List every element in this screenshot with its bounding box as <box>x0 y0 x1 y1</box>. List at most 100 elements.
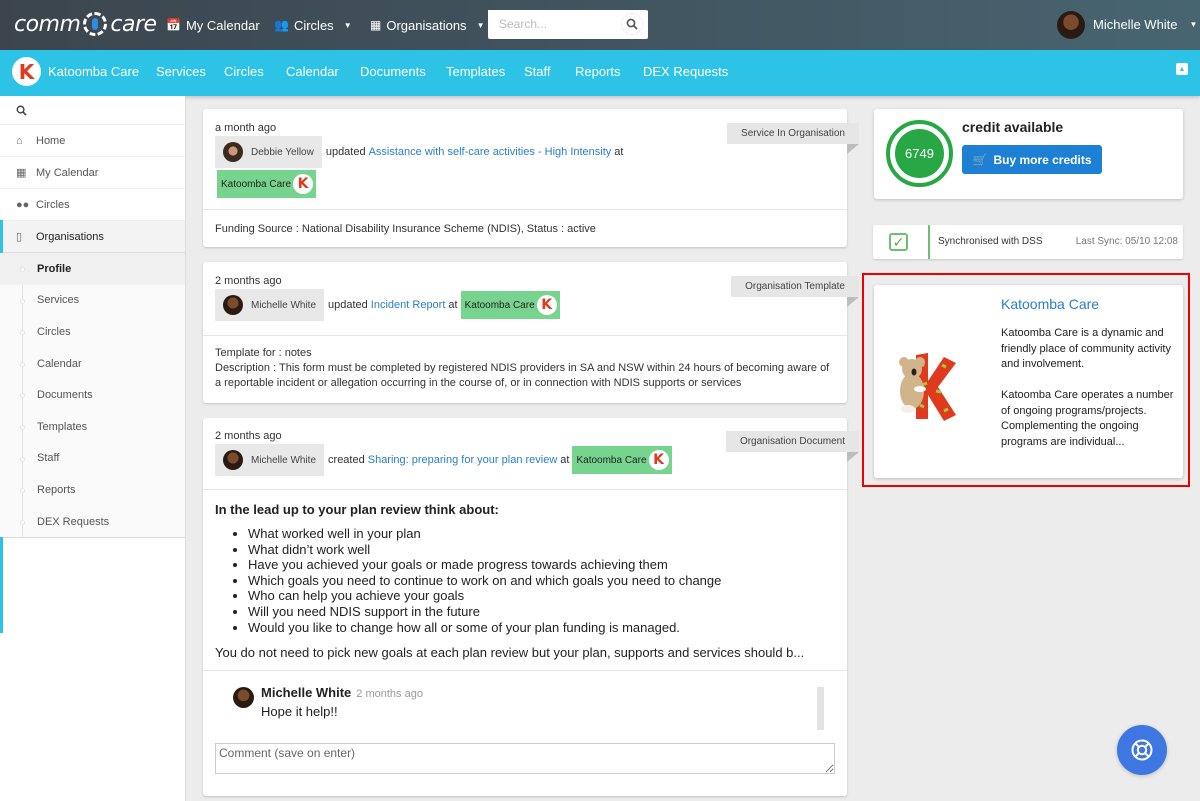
org-nav-services[interactable]: Services <box>156 64 206 79</box>
activity-card: 2 months ago Michelle White updated Inci… <box>203 262 859 403</box>
avatar <box>223 295 243 315</box>
sidebar-subitem-staff[interactable]: Staff <box>0 443 185 475</box>
org-chip[interactable]: Katoomba Care K <box>460 291 560 319</box>
activity-type-badge: Organisation Template <box>731 276 859 307</box>
bullet-item: Have you achieved your goals or made pro… <box>248 557 835 573</box>
comment-author: Michelle White <box>261 685 352 701</box>
sidebar-subitem-documents[interactable]: Documents <box>0 379 185 411</box>
org-chip-label: Katoomba Care <box>221 178 292 190</box>
sidebar-divider <box>0 537 185 539</box>
bullet-dot <box>20 361 25 367</box>
sidebar-submenu: Profile Services Circles Calendar Docume… <box>0 253 185 538</box>
bullet-dot <box>20 519 25 525</box>
search-icon <box>16 105 27 116</box>
org-nav-calendar[interactable]: Calendar <box>286 64 339 79</box>
org-chip[interactable]: Katoomba Care K <box>217 170 317 198</box>
users-icon: 👥 <box>274 18 289 32</box>
org-card-name[interactable]: Katoomba Care <box>1001 296 1099 312</box>
org-chip[interactable]: Katoomba Care K <box>572 446 672 474</box>
sidebar-subitem-dex-requests[interactable]: DEX Requests <box>0 506 185 538</box>
activity-body: Template for : notes Description : This … <box>203 336 847 403</box>
nav-my-calendar[interactable]: 📅 My Calendar <box>166 14 260 36</box>
bullet-dot <box>20 267 25 272</box>
sidebar-item-label: Circles <box>36 198 70 211</box>
person-chip[interactable]: Debbie Yellow <box>215 136 322 168</box>
sidebar-subitem-services[interactable]: Services <box>0 285 185 317</box>
nav-organisations[interactable]: ▦ Organisations ▼ <box>370 14 484 36</box>
cart-icon: 🛒 <box>972 152 988 167</box>
comment-input[interactable] <box>215 743 835 775</box>
user-menu[interactable]: Michelle White ▼ <box>1057 10 1197 39</box>
document-excerpt: You do not need to pick new goals at eac… <box>215 645 805 661</box>
bullet-dot <box>20 393 25 399</box>
activity-link[interactable]: Assistance with self-care activities - H… <box>369 146 612 158</box>
org-nav-documents[interactable]: Documents <box>360 64 426 79</box>
activity-type-badge: Service In Organisation <box>727 123 859 154</box>
person-chip[interactable]: Michelle White <box>215 444 325 476</box>
nav-circles-label: Circles <box>293 17 334 33</box>
activity-verb: updated <box>325 146 366 158</box>
comment-text: Hope it help!! <box>261 704 338 720</box>
sidebar-subitem-calendar[interactable]: Calendar <box>0 348 185 380</box>
bullet-dot <box>20 488 25 494</box>
help-button[interactable] <box>1117 725 1167 775</box>
org-name-link[interactable]: Katoomba Care <box>48 64 139 79</box>
sidebar-item-label: Home <box>36 134 66 147</box>
sidebar-subitem-templates[interactable]: Templates <box>0 411 185 443</box>
sidebar-subitem-label: Profile <box>37 262 72 275</box>
sidebar-item-my-calendar[interactable]: ▦ My Calendar <box>0 157 185 189</box>
org-nav-reports[interactable]: Reports <box>575 64 621 79</box>
comment-time: 2 months ago <box>356 688 423 701</box>
activity-header: a month ago Debbie Yellow updated Assist… <box>203 109 859 210</box>
comments-scrollbar[interactable] <box>817 687 824 731</box>
calendar-icon: 📅 <box>166 18 181 32</box>
sync-label: Synchronised with DSS <box>938 236 1043 247</box>
check-square-icon: ✓ <box>889 233 908 251</box>
lifebuoy-icon <box>1131 739 1153 761</box>
search-button[interactable] <box>621 13 643 35</box>
org-logo[interactable]: K <box>12 57 41 86</box>
comment-avatar <box>233 687 254 709</box>
nav-circles[interactable]: 👥 Circles ▼ <box>274 14 352 36</box>
user-avatar <box>1057 10 1085 39</box>
activity-link[interactable]: Sharing: preparing for your plan review <box>368 454 558 466</box>
person-chip[interactable]: Michelle White <box>215 289 325 321</box>
sidebar-item-organisations[interactable]: ▯ Organisations <box>0 221 185 253</box>
person-name: Michelle White <box>251 299 317 311</box>
logo-text-left: comm <box>14 11 81 37</box>
sidebar-subitem-label: Templates <box>37 420 88 433</box>
sidebar-item-home[interactable]: ⌂ Home <box>0 125 185 157</box>
credit-title: credit available <box>962 119 1064 135</box>
activity-type-badge: Organisation Document <box>725 431 859 462</box>
sidebar-subitem-label: Documents <box>37 389 93 402</box>
sidebar-subitem-circles[interactable]: Circles <box>0 316 185 348</box>
activity-at: at <box>560 454 570 466</box>
activity-type-label: Service In Organisation <box>741 128 845 139</box>
comments-section: Michelle White 2 months ago Hope it help!… <box>203 670 847 789</box>
credit-amount: 6749 <box>895 129 944 178</box>
sidebar-subitem-reports[interactable]: Reports <box>0 474 185 506</box>
document-bullets: What worked well in your plan What didn’… <box>215 526 835 635</box>
org-nav-staff[interactable]: Staff <box>524 64 551 79</box>
org-nav-templates[interactable]: Templates <box>446 64 505 79</box>
organisation-navbar: K Katoomba Care Services Circles Calenda… <box>0 50 1200 96</box>
bullet-item: Will you need NDIS support in the future <box>248 604 835 620</box>
search-input[interactable] <box>488 10 613 37</box>
buy-credits-button[interactable]: 🛒 Buy more credits <box>962 145 1102 174</box>
building-icon: ▦ <box>370 18 382 32</box>
activity-link[interactable]: Incident Report <box>371 299 446 311</box>
org-nav-circles[interactable]: Circles <box>224 64 264 79</box>
collapse-navbar-button[interactable]: ▲ <box>1176 63 1188 75</box>
bullet-item: What didn’t work well <box>248 542 835 558</box>
sidebar-search[interactable] <box>0 96 185 125</box>
bullet-item: Who can help you achieve your goals <box>248 588 835 604</box>
bullet-item: Which goals you need to continue to work… <box>248 573 835 589</box>
sidebar-subitem-label: Circles <box>37 325 71 338</box>
sidebar-item-circles[interactable]: ●● Circles <box>0 189 185 221</box>
bullet-dot <box>20 298 25 304</box>
sidebar-subitem-profile[interactable]: Profile <box>0 253 185 285</box>
logo-text-right: care <box>110 11 157 37</box>
document-preview: In the lead up to your plan review think… <box>203 490 847 670</box>
commcare-logo[interactable]: comm care <box>14 10 157 38</box>
org-nav-dex-requests[interactable]: DEX Requests <box>643 64 728 79</box>
